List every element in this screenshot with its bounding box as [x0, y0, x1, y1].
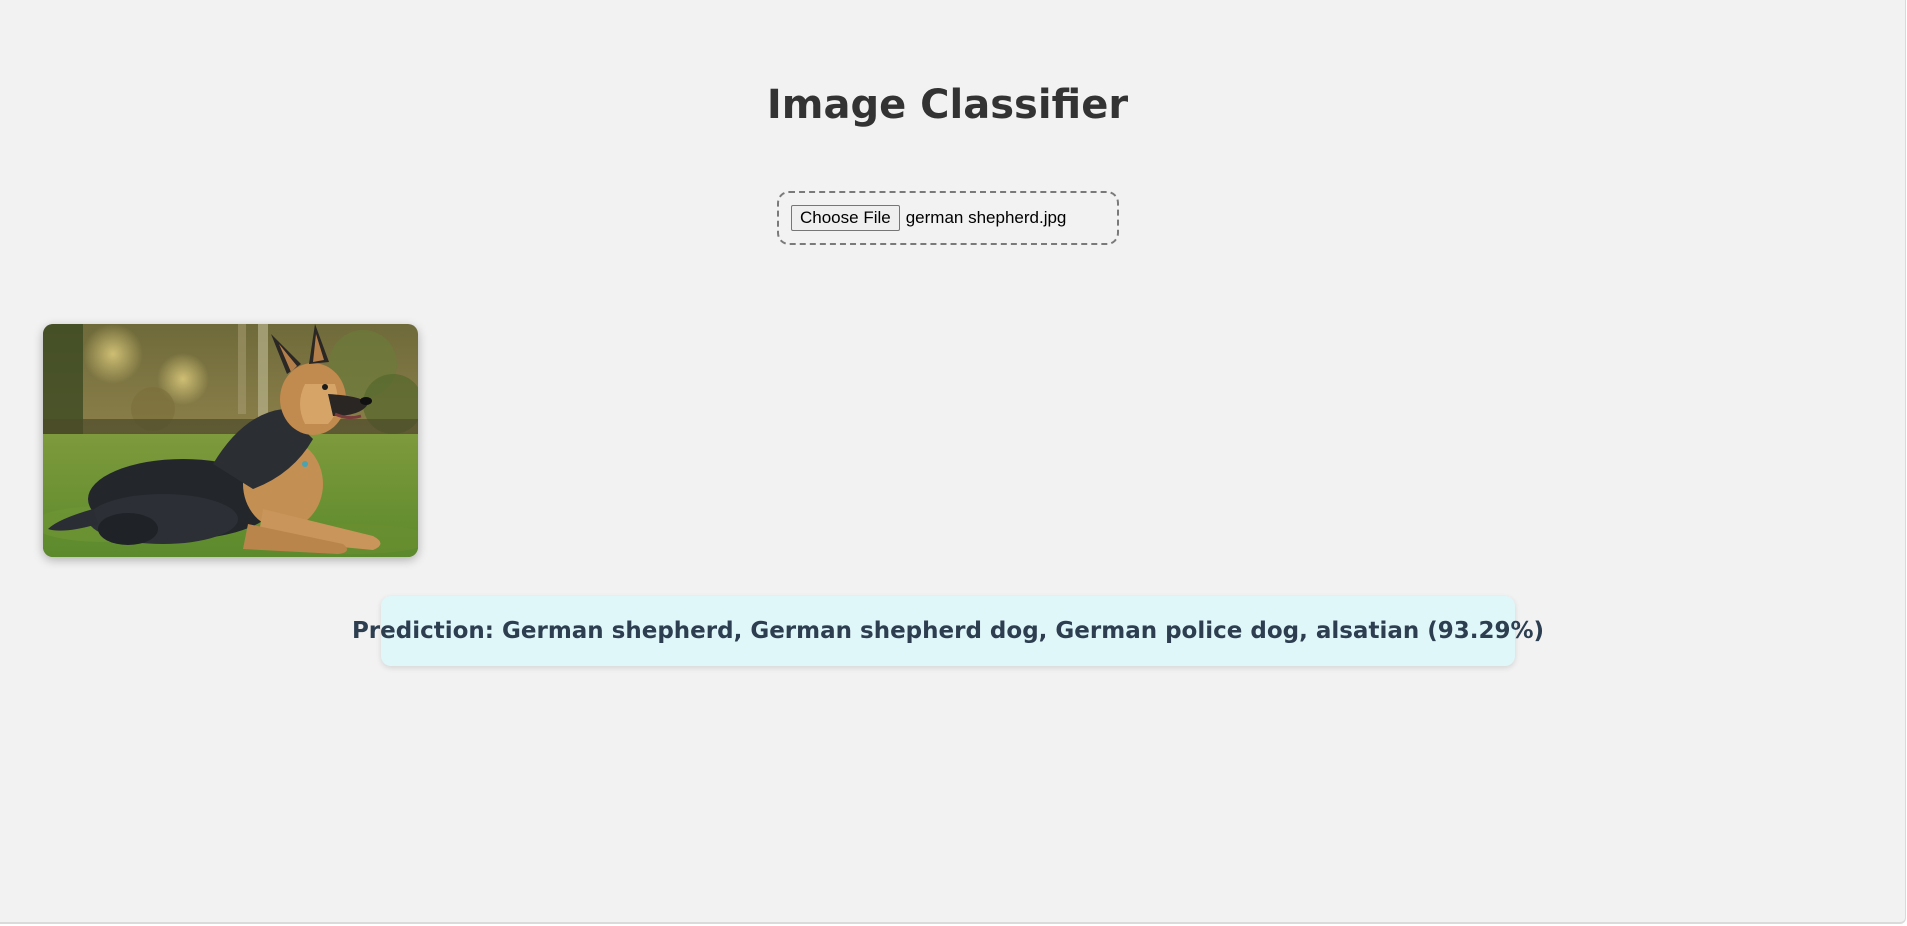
app-page: Image Classifier Choose File german shep… — [0, 0, 1906, 924]
selected-file-name: german shepherd.jpg — [905, 208, 1067, 227]
file-upload-area[interactable]: Choose File german shepherd.jpg — [777, 191, 1119, 245]
german-shepherd-photo — [43, 324, 418, 557]
choose-file-button[interactable]: Choose File — [791, 205, 900, 231]
prediction-result: Prediction: German shepherd, German shep… — [352, 596, 1544, 666]
image-preview — [43, 324, 418, 557]
page-title: Image Classifier — [766, 82, 1129, 128]
